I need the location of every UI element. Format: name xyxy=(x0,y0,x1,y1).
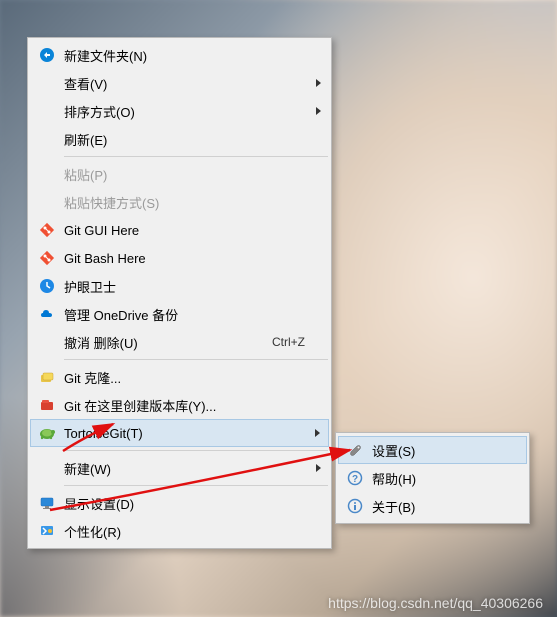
menu-label: 显示设置(D) xyxy=(60,494,323,513)
monitor-icon xyxy=(34,493,60,513)
menu-item-refresh[interactable]: 刷新(E) xyxy=(30,125,329,153)
git-icon xyxy=(34,220,60,240)
menu-item-view[interactable]: 查看(V) xyxy=(30,69,329,97)
menu-label: 撤消 删除(U) xyxy=(60,333,272,352)
circle-arrow-icon xyxy=(34,45,60,65)
cloud-icon xyxy=(34,304,60,324)
git-icon xyxy=(34,248,60,268)
menu-item-sort[interactable]: 排序方式(O) xyxy=(30,97,329,125)
chevron-right-icon xyxy=(315,429,320,437)
chevron-right-icon xyxy=(316,79,321,87)
menu-item-personalize[interactable]: 个性化(R) xyxy=(30,517,329,545)
menu-label: 个性化(R) xyxy=(60,522,323,541)
menu-label: 粘贴快捷方式(S) xyxy=(60,193,323,212)
watermark: https://blog.csdn.net/qq_40306266 xyxy=(328,595,543,611)
submenu-label: 关于(B) xyxy=(368,497,521,516)
menu-item-paste-shortcut: 粘贴快捷方式(S) xyxy=(30,188,329,216)
submenu-item-about[interactable]: 关于(B) xyxy=(338,492,527,520)
menu-label: 新建文件夹(N) xyxy=(60,46,323,65)
menu-label: 新建(W) xyxy=(60,459,323,478)
menu-label: 查看(V) xyxy=(60,74,323,93)
submenu-item-settings[interactable]: 设置(S) xyxy=(338,436,527,464)
question-icon: ? xyxy=(342,468,368,488)
chevron-right-icon xyxy=(316,464,321,472)
tortoisegit-submenu: 设置(S) ? 帮助(H) 关于(B) xyxy=(335,432,530,524)
submenu-label: 帮助(H) xyxy=(368,469,521,488)
menu-item-display-settings[interactable]: 显示设置(D) xyxy=(30,489,329,517)
menu-item-undo-delete[interactable]: 撤消 删除(U) Ctrl+Z xyxy=(30,328,329,356)
separator xyxy=(64,359,328,360)
menu-item-paste: 粘贴(P) xyxy=(30,160,329,188)
menu-label: 刷新(E) xyxy=(60,130,323,149)
menu-label: Git 在这里创建版本库(Y)... xyxy=(60,396,323,415)
tortoisegit-clone-icon xyxy=(34,367,60,387)
submenu-item-help[interactable]: ? 帮助(H) xyxy=(338,464,527,492)
svg-text:?: ? xyxy=(352,474,358,485)
menu-item-git-gui[interactable]: Git GUI Here xyxy=(30,216,329,244)
submenu-label: 设置(S) xyxy=(368,441,521,460)
menu-item-git-clone[interactable]: Git 克隆... xyxy=(30,363,329,391)
menu-item-git-create[interactable]: Git 在这里创建版本库(Y)... xyxy=(30,391,329,419)
tortoise-icon xyxy=(34,423,60,443)
menu-label: 护眼卫士 xyxy=(60,277,323,296)
paint-icon xyxy=(34,521,60,541)
menu-label: 管理 OneDrive 备份 xyxy=(60,305,323,324)
wrench-icon xyxy=(342,440,368,460)
menu-item-new-folder[interactable]: 新建文件夹(N) xyxy=(30,41,329,69)
context-menu: 新建文件夹(N) 查看(V) 排序方式(O) 刷新(E) 粘贴(P) 粘贴快捷方… xyxy=(27,37,332,549)
menu-item-tortoisegit[interactable]: TortoiseGit(T) xyxy=(30,419,329,447)
info-icon xyxy=(342,496,368,516)
separator xyxy=(64,156,328,157)
chevron-right-icon xyxy=(316,107,321,115)
separator xyxy=(64,485,328,486)
menu-shortcut: Ctrl+Z xyxy=(272,335,323,349)
menu-item-git-bash[interactable]: Git Bash Here xyxy=(30,244,329,272)
clock-icon xyxy=(34,276,60,296)
menu-label: Git 克隆... xyxy=(60,368,323,387)
tortoisegit-create-icon xyxy=(34,395,60,415)
menu-label: Git Bash Here xyxy=(60,251,323,266)
menu-item-onedrive[interactable]: 管理 OneDrive 备份 xyxy=(30,300,329,328)
menu-label: 粘贴(P) xyxy=(60,165,323,184)
menu-item-huyan[interactable]: 护眼卫士 xyxy=(30,272,329,300)
menu-item-new[interactable]: 新建(W) xyxy=(30,454,329,482)
menu-label: 排序方式(O) xyxy=(60,102,323,121)
menu-label: TortoiseGit(T) xyxy=(60,426,323,441)
menu-label: Git GUI Here xyxy=(60,223,323,238)
separator xyxy=(64,450,328,451)
